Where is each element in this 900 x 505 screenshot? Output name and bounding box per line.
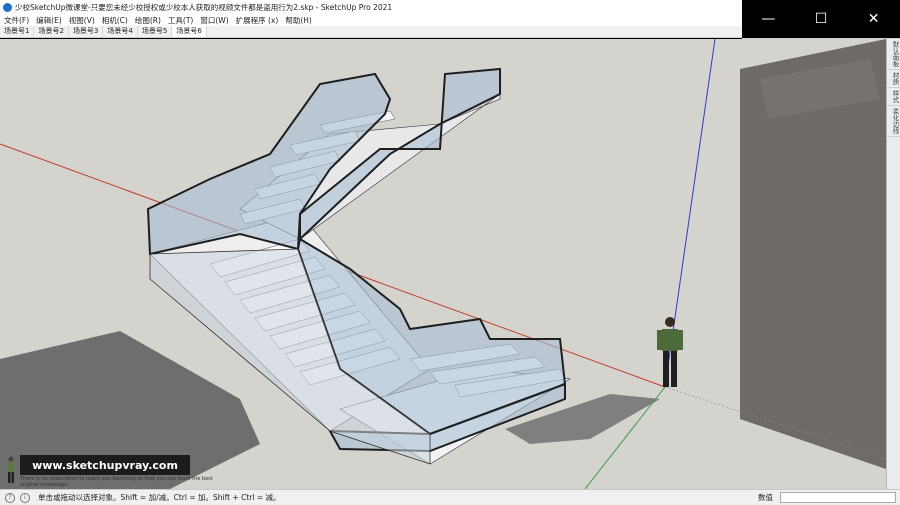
scene-tabs: 场景号1 场景号2 场景号3 场景号4 场景号5 场景号6 — [0, 26, 742, 38]
info-icon[interactable]: i — [20, 492, 30, 503]
menu-camera[interactable]: 相机(C) — [98, 15, 131, 26]
tray-materials[interactable]: 材质 — [887, 70, 900, 88]
watermark-banner: www.sketchupvray.com — [20, 455, 190, 475]
menu-window[interactable]: 窗口(W) — [196, 15, 231, 26]
watermark-url: www.sketchupvray.com — [32, 458, 178, 472]
menu-edit[interactable]: 编辑(E) — [32, 15, 65, 26]
instructor-toggle-icon[interactable]: ? — [5, 492, 15, 503]
modeling-viewport[interactable] — [0, 39, 886, 489]
menu-draw[interactable]: 绘图(R) — [131, 15, 164, 26]
tab-scene-6[interactable]: 场景号6 — [172, 26, 207, 37]
sketchup-app-icon — [3, 2, 12, 12]
minimize-button[interactable]: — — [748, 0, 788, 38]
scene-render — [0, 39, 886, 489]
tray-styles[interactable]: 样式 — [887, 88, 900, 106]
close-button[interactable]: ✕ — [854, 0, 894, 38]
tray-default-panel[interactable]: 默认面板 — [887, 39, 900, 70]
tab-scene-4[interactable]: 场景号4 — [103, 26, 138, 37]
menu-tools[interactable]: 工具(T) — [164, 15, 196, 26]
watermark-subtitle: There is no reservation to teach you Ske… — [20, 476, 213, 488]
status-hint: 单击或拖动以选择对象。Shift = 加/减。Ctrl = 加。Shift + … — [38, 493, 281, 502]
watermark-figure-icon — [8, 456, 14, 483]
right-tray: 默认面板 材质 样式 柔化边线 — [886, 39, 900, 489]
measurements-input[interactable] — [780, 492, 896, 503]
menu-bar: 文件(F) 编辑(E) 视图(V) 相机(C) 绘图(R) 工具(T) 窗口(W… — [0, 14, 742, 26]
menu-view[interactable]: 视图(V) — [65, 15, 98, 26]
tab-scene-1[interactable]: 场景号1 — [0, 26, 35, 37]
tab-scene-5[interactable]: 场景号5 — [138, 26, 173, 37]
measurements-label: 数值 — [758, 493, 773, 502]
tray-soften-edges[interactable]: 柔化边线 — [887, 106, 900, 137]
tab-scene-3[interactable]: 场景号3 — [69, 26, 104, 37]
maximize-button[interactable]: ☐ — [801, 0, 841, 38]
window-controls: — ☐ ✕ — [742, 0, 900, 38]
menu-file[interactable]: 文件(F) — [0, 15, 32, 26]
menu-extensions[interactable]: 扩展程序 (x) — [232, 15, 282, 26]
tab-scene-2[interactable]: 场景号2 — [34, 26, 69, 37]
menu-help[interactable]: 帮助(H) — [281, 15, 315, 26]
title-bar: 少校SketchUp微课堂-只要您未经少校授权或少校本人获取的视频文件都是盗用行… — [0, 0, 742, 14]
window-title: 少校SketchUp微课堂-只要您未经少校授权或少校本人获取的视频文件都是盗用行… — [15, 2, 393, 12]
status-bar: ? i 单击或拖动以选择对象。Shift = 加/减。Ctrl = 加。Shif… — [0, 489, 900, 505]
